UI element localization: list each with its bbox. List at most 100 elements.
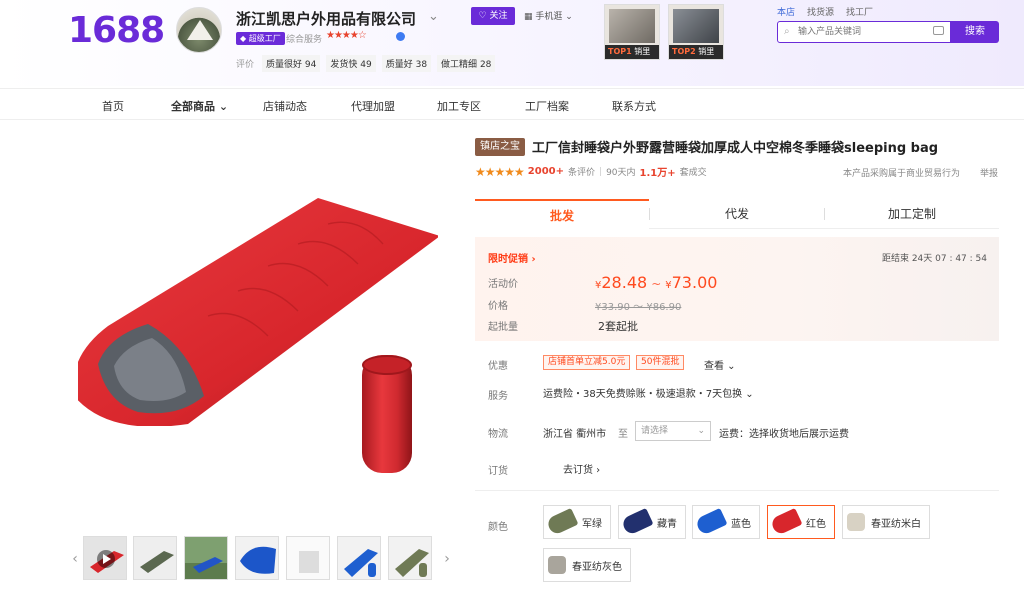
- color-option-navy[interactable]: 藏青: [618, 505, 686, 539]
- sales-period: 90天内: [606, 168, 636, 178]
- stuff-sack-image: [362, 355, 412, 473]
- price-high: 73.00: [671, 273, 718, 292]
- store-treasure-badge: 镇店之宝: [475, 138, 525, 156]
- rating-tags: 评价 质量很好 94 发货快 49 质量好 38 做工精细 28: [236, 55, 496, 72]
- search-icon: ⌕: [784, 26, 790, 37]
- moq-label: 起批量: [488, 322, 518, 333]
- nav-item-news[interactable]: 店铺动态: [263, 98, 307, 114]
- color-option-blue[interactable]: 蓝色: [692, 505, 760, 539]
- factory-badge: ◆ 超级工厂: [236, 32, 285, 45]
- ship-from: 浙江省 衢州市: [543, 429, 607, 440]
- image-thumbnails: ‹ ›: [70, 536, 455, 582]
- chevron-right-icon[interactable]: ›: [442, 544, 452, 574]
- report-link[interactable]: 举报: [980, 166, 998, 179]
- price-low: 28.48: [601, 273, 648, 292]
- search-input[interactable]: [798, 25, 918, 39]
- price-range: ¥28.48 ~ ¥73.00: [595, 273, 718, 292]
- chevron-down-icon: ⌄: [218, 100, 229, 113]
- rating-tag[interactable]: 质量好 38: [381, 55, 432, 72]
- shop-header: 1688 浙江凯思户外用品有限公司 ⌄ ◆ 超级工厂 综合服务 ★★★★☆ 评价…: [0, 0, 1024, 86]
- site-logo[interactable]: 1688: [68, 10, 165, 51]
- verified-icon: [396, 32, 405, 41]
- sales-count: 1.1万+: [639, 168, 676, 179]
- chevron-down-icon: ⌄: [697, 426, 705, 436]
- camera-icon[interactable]: [933, 26, 944, 35]
- search-tab[interactable]: 本店: [777, 5, 795, 18]
- review-count[interactable]: 2000+: [528, 166, 564, 177]
- purchase-tabs: 批发 代发 加工定制: [475, 199, 999, 229]
- thumbnail[interactable]: [235, 536, 279, 580]
- color-option-red[interactable]: 红色: [767, 505, 835, 539]
- shop-name[interactable]: 浙江凯思户外用品有限公司: [236, 8, 416, 29]
- thumbnail[interactable]: [388, 536, 432, 580]
- service-label: 服务: [488, 391, 508, 402]
- mobile-view-button[interactable]: ▦ 手机逛 ⌄: [524, 9, 573, 22]
- go-order-link[interactable]: 去订货 ›: [563, 461, 600, 476]
- color-option-army-green[interactable]: 军绿: [543, 505, 611, 539]
- rating-tag[interactable]: 做工精细 28: [437, 55, 496, 72]
- swatch: [694, 507, 728, 537]
- discount-label: 优惠: [488, 361, 508, 372]
- ship-to-label: 至: [618, 429, 628, 440]
- color-option-grey[interactable]: 春亚纺灰色: [543, 548, 631, 582]
- promo-title[interactable]: 限时促销 ›: [488, 250, 536, 265]
- swatch: [769, 507, 803, 537]
- countdown: 距结束 24天 07 : 47 : 54: [881, 254, 987, 264]
- thumbnail-video[interactable]: [83, 536, 127, 580]
- product-image: [609, 9, 655, 43]
- promotion-panel: 限时促销 › 距结束 24天 07 : 47 : 54 活动价 ¥28.48 ~ ¥…: [475, 237, 999, 341]
- chevron-left-icon[interactable]: ‹: [70, 544, 80, 574]
- thumbnail[interactable]: [286, 536, 330, 580]
- product-title: 工厂信封睡袋户外野露营睡袋加厚成人中空棉冬季睡袋sleeping bag: [532, 141, 939, 156]
- product-image: [673, 9, 719, 43]
- chevron-down-icon[interactable]: ⌄: [428, 9, 439, 24]
- sales-unit: 套成交: [679, 168, 707, 178]
- review-label: 条评价: [568, 168, 596, 178]
- moq-value: 2套起批: [598, 320, 638, 333]
- nav-item-home[interactable]: 首页: [102, 98, 124, 114]
- top-product-2[interactable]: TOP2 销里: [668, 4, 724, 60]
- service-stars: ★★★★☆: [326, 30, 367, 41]
- logistics-label: 物流: [488, 429, 508, 440]
- swatch: [847, 513, 865, 531]
- rating-tag[interactable]: 发货快 49: [326, 55, 376, 72]
- price-label: 价格: [488, 301, 508, 312]
- rating-tag[interactable]: 质量很好 94: [262, 55, 321, 72]
- search-button[interactable]: 搜索: [951, 21, 999, 43]
- original-price: ¥33.90 ～ ¥86.90: [595, 302, 682, 313]
- nav-item-factory[interactable]: 工厂档案: [525, 98, 569, 114]
- divider: [475, 490, 999, 491]
- swatch: [545, 507, 579, 537]
- search-tab[interactable]: 找工厂: [846, 5, 873, 18]
- search-scope-tabs: 本店 找货源 找工厂: [777, 5, 873, 18]
- coupon-tag[interactable]: 50件混批: [636, 355, 685, 370]
- tab-wholesale[interactable]: 批发: [475, 199, 649, 229]
- follow-button[interactable]: ♡ 关注: [471, 7, 515, 25]
- coupon-tag[interactable]: 店铺首单立减5.0元: [543, 355, 631, 370]
- rating-stars: ★★★★★: [475, 164, 525, 179]
- destination-select[interactable]: 请选择 ⌄: [635, 421, 711, 441]
- ratings-label: 评价: [236, 60, 255, 70]
- color-option-beige[interactable]: 春亚纺米白: [842, 505, 930, 539]
- nav-item-processing[interactable]: 加工专区: [437, 98, 481, 114]
- shop-nav: 首页 全部商品 ⌄ 店铺动态 代理加盟 加工专区 工厂档案 联系方式: [0, 88, 1024, 120]
- shipping-fee: 运费：选择收货地后展示运费: [719, 429, 849, 440]
- nav-item-all-products[interactable]: 全部商品 ⌄: [171, 98, 228, 114]
- thumbnail[interactable]: [184, 536, 228, 580]
- tab-custom-processing[interactable]: 加工定制: [825, 199, 999, 229]
- search-box: ⌕: [777, 21, 951, 43]
- nav-item-contact[interactable]: 联系方式: [612, 98, 656, 114]
- color-label: 颜色: [488, 522, 508, 533]
- order-label: 订货: [488, 466, 508, 477]
- service-value[interactable]: 运费险・38天免费赊账・极速退款・7天包换 ⌄: [543, 385, 754, 400]
- service-label: 综合服务: [286, 35, 323, 45]
- shop-avatar[interactable]: [176, 7, 222, 53]
- thumbnail[interactable]: [133, 536, 177, 580]
- view-coupons-button[interactable]: 查看 ⌄: [704, 357, 736, 372]
- nav-item-agency[interactable]: 代理加盟: [351, 98, 395, 114]
- top-product-1[interactable]: TOP1 销里: [604, 4, 660, 60]
- search-tab[interactable]: 找货源: [807, 5, 834, 18]
- thumbnail[interactable]: [337, 536, 381, 580]
- swatch: [620, 507, 654, 537]
- tab-dropship[interactable]: 代发: [650, 199, 824, 229]
